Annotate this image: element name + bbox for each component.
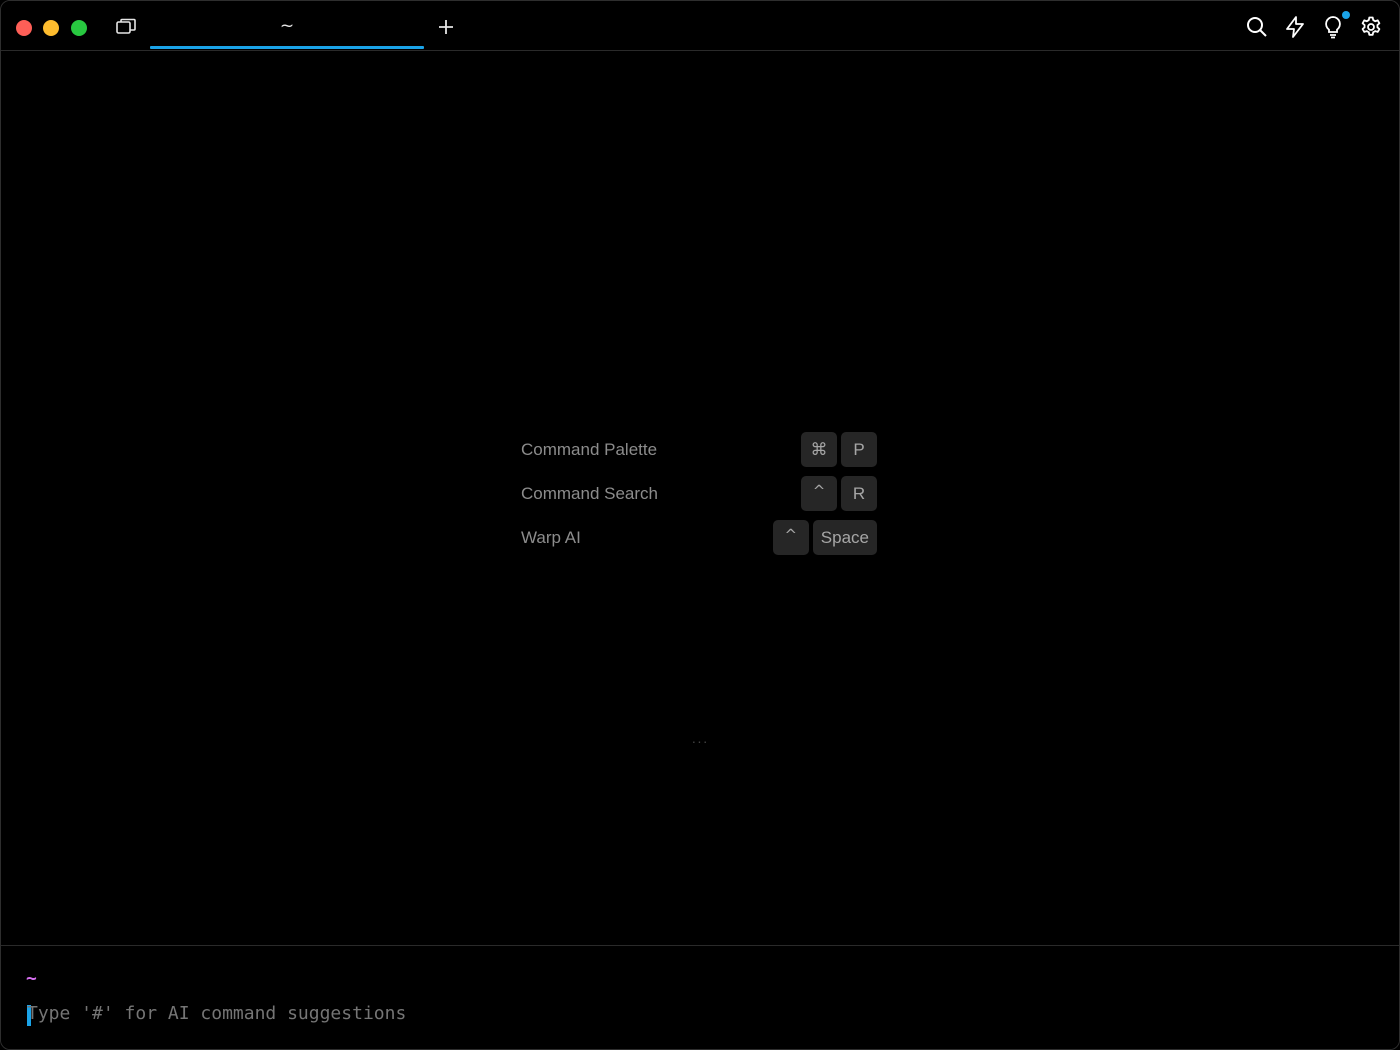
workflows-button[interactable] xyxy=(1282,14,1308,40)
key-combo: ^ Space xyxy=(772,520,877,555)
plus-icon xyxy=(439,20,453,34)
lightning-icon xyxy=(1286,16,1304,38)
ai-suggestions-button[interactable] xyxy=(1320,14,1346,40)
key-ctrl: ^ xyxy=(801,476,837,511)
key-cmd: ⌘ xyxy=(801,432,837,467)
command-input-area[interactable]: ~ xyxy=(1,945,1399,1049)
terminal-window: ~ Command Palette ⌘ P Command Search ^ R… xyxy=(0,0,1400,1050)
search-icon xyxy=(1247,17,1267,37)
active-tab-indicator xyxy=(150,46,424,49)
pane-resize-handle[interactable]: ··· xyxy=(689,733,711,749)
key-p: P xyxy=(841,432,877,467)
hint-label: Warp AI xyxy=(521,528,581,547)
settings-button[interactable] xyxy=(1358,14,1384,40)
key-r: R xyxy=(841,476,877,511)
key-ctrl: ^ xyxy=(772,520,809,555)
hint-label: Command Search xyxy=(521,484,659,503)
hint-command-search: Command Search ^ R xyxy=(521,476,879,520)
tab-title: ~ xyxy=(279,16,295,36)
close-window-button[interactable] xyxy=(16,20,32,36)
search-button[interactable] xyxy=(1244,14,1270,40)
maximize-window-button[interactable] xyxy=(71,20,87,36)
new-tab-button[interactable] xyxy=(434,14,458,40)
key-combo: ⌘ P xyxy=(801,432,877,467)
hint-warp-ai: Warp AI ^ Space xyxy=(521,520,879,564)
key-combo: ^ R xyxy=(801,476,877,511)
prompt-directory: ~ xyxy=(26,968,37,989)
gear-icon xyxy=(1361,16,1381,36)
shortcut-hints: Command Palette ⌘ P Command Search ^ R W… xyxy=(521,432,879,564)
hint-command-palette: Command Palette ⌘ P xyxy=(521,432,879,476)
tabs-panel-icon[interactable] xyxy=(114,16,138,38)
key-space: Space xyxy=(812,520,877,555)
hint-label: Command Palette xyxy=(521,440,658,459)
lightbulb-icon xyxy=(1325,16,1341,39)
tab-home[interactable]: ~ xyxy=(150,1,424,51)
command-input[interactable] xyxy=(27,1003,727,1024)
title-bar: ~ xyxy=(1,1,1399,51)
notification-dot xyxy=(1342,11,1350,19)
minimize-window-button[interactable] xyxy=(43,20,59,36)
